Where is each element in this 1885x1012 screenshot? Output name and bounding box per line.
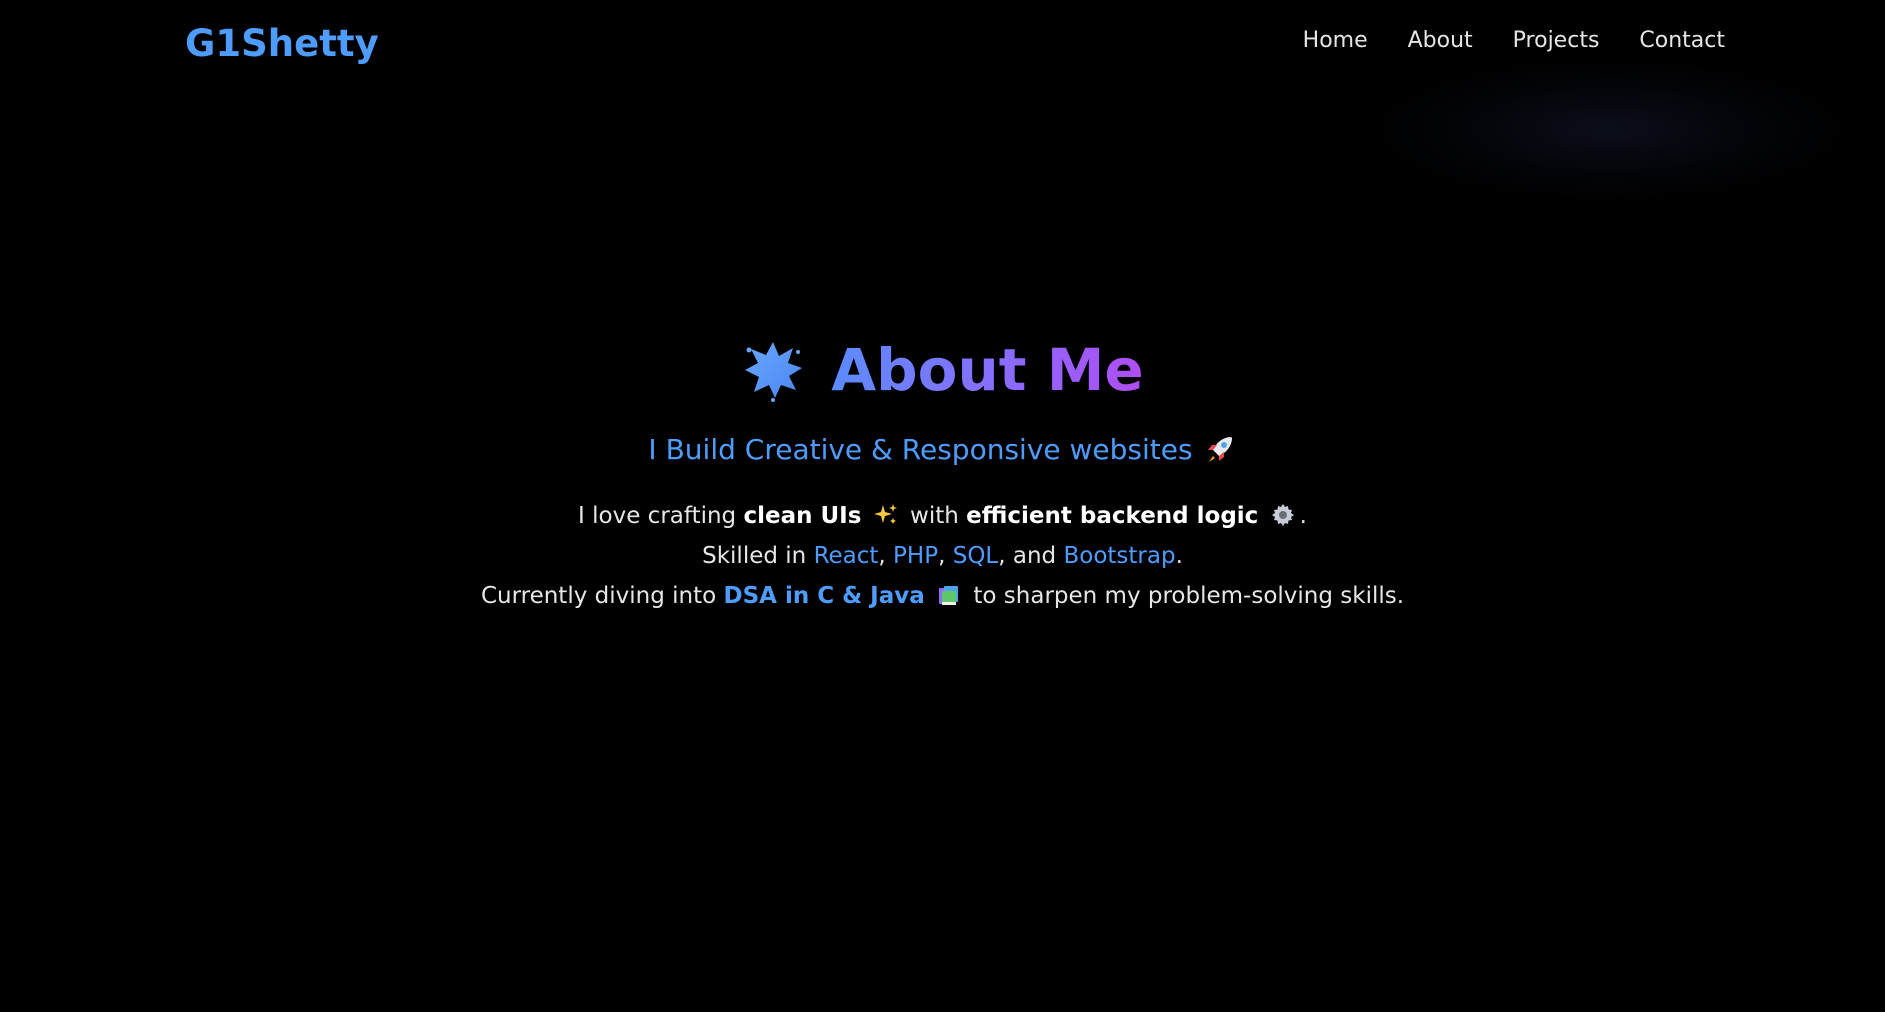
about-title: About Me [831,330,1144,410]
description-line-1: I love crafting clean UIs with efficient… [0,496,1885,536]
nav-link-projects[interactable]: Projects [1513,28,1600,53]
line2-text-post: . [1175,543,1183,569]
line1-text-mid: with [902,503,967,529]
books-icon [939,586,959,605]
line1-text-post: . [1299,503,1307,529]
line2-sep-3: , and [998,543,1064,569]
star-splat-icon [745,342,803,402]
line3-text-pre: Currently diving into [480,583,724,609]
description-line-2: Skilled in React, PHP, SQL, and Bootstra… [0,536,1885,576]
page: G1Shetty Home About Projects Contact Abo… [0,0,1885,1012]
skill-react: React [813,543,879,569]
description-line-3: Currently diving into DSA in C & Java to… [0,576,1885,616]
navbar: G1Shetty Home About Projects Contact [0,0,1885,90]
nav-link-about[interactable]: About [1408,28,1473,53]
backend-logic-text: efficient backend logic [966,503,1259,529]
nav-link-contact[interactable]: Contact [1639,28,1725,53]
skill-bootstrap: Bootstrap [1063,543,1176,569]
line1-text-pre: I love crafting [578,503,744,529]
about-heading: About Me [741,330,1144,410]
dsa-highlight: DSA in C & Java [723,583,925,609]
about-description: I love crafting clean UIs with efficient… [0,496,1885,616]
gear-icon [1271,504,1294,526]
rocket-icon [1207,437,1232,462]
about-section: About Me I Build Creative & Responsive w… [0,330,1885,616]
subtitle-row: I Build Creative & Responsive websites [0,410,1885,466]
line2-sep-1: , [878,543,894,569]
skill-sql: SQL [952,543,999,569]
skill-php: PHP [893,543,939,569]
logo-link[interactable]: G1Shetty [185,22,379,65]
nav-links: Home About Projects Contact [1303,28,1725,53]
line2-sep-2: , [938,543,953,569]
line3-text-post: to sharpen my problem-solving skills. [966,583,1405,609]
about-subtitle: I Build Creative & Responsive websites [648,432,1236,466]
nav-link-home[interactable]: Home [1303,28,1368,53]
sparkles-icon [873,504,897,524]
clean-uis-text: clean UIs [743,503,862,529]
subtitle-text: I Build Creative & Responsive websites [648,432,1193,466]
line2-text-pre: Skilled in [702,543,814,569]
